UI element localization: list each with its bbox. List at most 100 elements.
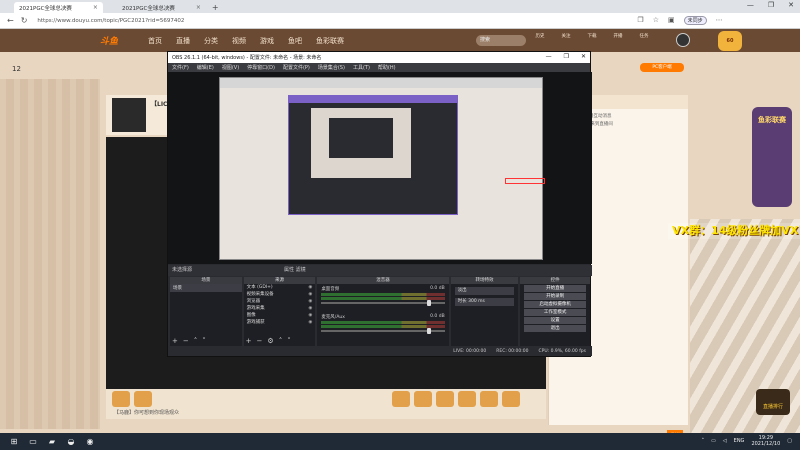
task-icon[interactable]: 任务: [634, 33, 654, 39]
menu-view[interactable]: 视图(V): [222, 64, 239, 71]
studio-mode-button[interactable]: 工作室模式: [524, 309, 586, 316]
edge-browser-icon[interactable]: ◒: [66, 437, 76, 447]
close-icon[interactable]: ✕: [788, 1, 794, 9]
site-search-input[interactable]: 搜索: [476, 35, 526, 46]
url-input[interactable]: https://www.douyu.com/topic/PGC2021?rid=…: [37, 18, 597, 24]
tab-close-icon[interactable]: ×: [93, 4, 98, 11]
obs-app-icon[interactable]: ◉: [85, 437, 95, 447]
nav-item[interactable]: 鱼吧: [288, 36, 302, 46]
nav-item[interactable]: 首页: [148, 36, 162, 46]
move-down-icon[interactable]: ˅: [202, 337, 206, 345]
source-item[interactable]: 游戏捕获 ◉: [244, 319, 316, 326]
input-language[interactable]: ENG: [734, 438, 745, 444]
broadcast-icon[interactable]: 开播: [608, 33, 628, 39]
profile-sync-button[interactable]: 未同步: [683, 16, 707, 25]
visibility-icon[interactable]: ◉: [308, 312, 312, 319]
source-item[interactable]: 游戏采集 ◉: [244, 305, 316, 312]
menu-scene-collection[interactable]: 场景集合(S): [318, 64, 345, 71]
maximize-icon[interactable]: ❐: [564, 53, 569, 60]
menu-help[interactable]: 帮助(H): [378, 64, 396, 71]
browser-tab-active[interactable]: 2021PGC全球总决赛 ×: [14, 2, 103, 13]
properties-filters-buttons[interactable]: 属性 滤镜: [284, 265, 306, 276]
close-icon[interactable]: ✕: [581, 53, 586, 60]
volume-slider[interactable]: [321, 300, 445, 306]
obs-preview[interactable]: [168, 72, 592, 264]
back-icon[interactable]: ←: [7, 16, 14, 25]
visibility-icon[interactable]: ◉: [308, 305, 312, 312]
gift-icon[interactable]: [414, 391, 432, 407]
refresh-icon[interactable]: ↻: [21, 16, 28, 25]
gift-icon[interactable]: [112, 391, 130, 407]
user-avatar[interactable]: [676, 33, 690, 47]
minimize-icon[interactable]: —: [546, 53, 552, 60]
new-tab-icon[interactable]: +: [212, 3, 219, 12]
visibility-icon[interactable]: ◉: [308, 298, 312, 305]
gift-icon[interactable]: [392, 391, 410, 407]
system-clock[interactable]: 19:29 2021/12/10: [751, 435, 780, 447]
more-icon[interactable]: ⋯: [716, 16, 723, 25]
volume-slider[interactable]: [321, 328, 445, 334]
source-item[interactable]: 文本 (GDI+) ◉: [244, 284, 316, 291]
remove-icon[interactable]: −: [257, 337, 263, 345]
notification-icon[interactable]: ▢: [787, 438, 792, 444]
browser-tab[interactable]: 2021PGC全球总决赛 ×: [117, 2, 206, 13]
settings-button[interactable]: 设置: [524, 317, 586, 324]
menu-profile[interactable]: 配置文件(P): [283, 64, 310, 71]
gift-icon[interactable]: [480, 391, 498, 407]
nav-item[interactable]: 鱼彩联赛: [316, 36, 344, 46]
network-icon[interactable]: ▭: [711, 438, 716, 444]
visibility-icon[interactable]: ◉: [308, 291, 312, 298]
start-streaming-button[interactable]: 开始直播: [524, 285, 586, 292]
source-item[interactable]: 视频采集设备 ◉: [244, 291, 316, 298]
nav-item[interactable]: 游戏: [260, 36, 274, 46]
menu-file[interactable]: 文件(F): [172, 64, 189, 71]
reader-icon[interactable]: ❐: [637, 16, 643, 25]
gift-icon[interactable]: [134, 391, 152, 407]
virtual-camera-button[interactable]: 启动虚拟摄像机: [524, 301, 586, 308]
exit-button[interactable]: 退出: [524, 325, 586, 332]
gift-icon[interactable]: [502, 391, 520, 407]
history-icon[interactable]: 历史: [530, 33, 550, 39]
start-recording-button[interactable]: 开始录制: [524, 293, 586, 300]
visibility-icon[interactable]: ◉: [308, 284, 312, 291]
minimize-icon[interactable]: —: [747, 1, 754, 9]
add-icon[interactable]: +: [246, 337, 252, 345]
gear-icon[interactable]: ⚙: [267, 337, 273, 345]
menu-docks[interactable]: 停靠窗口(D): [247, 64, 275, 71]
transition-select[interactable]: 淡出: [454, 287, 515, 295]
volume-icon[interactable]: ◁: [723, 438, 727, 444]
remove-icon[interactable]: −: [183, 337, 189, 345]
follow-icon[interactable]: 关注: [556, 33, 576, 39]
side-ad[interactable]: 鱼彩联赛: [752, 107, 792, 207]
streamer-avatar[interactable]: [112, 98, 146, 132]
nav-item[interactable]: 分类: [204, 36, 218, 46]
move-up-icon[interactable]: ˄: [194, 337, 198, 345]
tab-close-icon[interactable]: ×: [196, 4, 201, 11]
source-item[interactable]: 图像 ◉: [244, 312, 316, 319]
tray-arrow-icon[interactable]: ˄: [702, 438, 705, 444]
windows-start-icon[interactable]: ⊞: [9, 437, 19, 447]
transition-duration[interactable]: 时长 300 ms: [454, 298, 515, 306]
source-item[interactable]: 浏览器 ◉: [244, 298, 316, 305]
nav-item[interactable]: 直播: [176, 36, 190, 46]
scene-item[interactable]: 场景: [170, 284, 242, 292]
level-badge[interactable]: 60: [718, 31, 742, 51]
collections-icon[interactable]: ▣: [668, 16, 675, 25]
nav-item[interactable]: 视频: [232, 36, 246, 46]
gift-icon[interactable]: [458, 391, 476, 407]
site-logo[interactable]: 斗鱼: [100, 34, 118, 47]
maximize-icon[interactable]: ❐: [768, 1, 774, 9]
task-view-icon[interactable]: ▭: [28, 437, 38, 447]
favorite-icon[interactable]: ☆: [653, 16, 659, 25]
add-icon[interactable]: +: [172, 337, 178, 345]
visibility-icon[interactable]: ◉: [308, 319, 312, 326]
explorer-icon[interactable]: ▰: [47, 437, 57, 447]
move-down-icon[interactable]: ˅: [287, 337, 291, 345]
menu-edit[interactable]: 编辑(E): [197, 64, 214, 71]
rank-widget[interactable]: 直播排行: [756, 389, 790, 415]
gift-icon[interactable]: [436, 391, 454, 407]
download-icon[interactable]: 下载: [582, 33, 602, 39]
move-up-icon[interactable]: ˄: [279, 337, 283, 345]
menu-tools[interactable]: 工具(T): [353, 64, 370, 71]
pc-client-button[interactable]: PC客户端: [640, 63, 684, 72]
